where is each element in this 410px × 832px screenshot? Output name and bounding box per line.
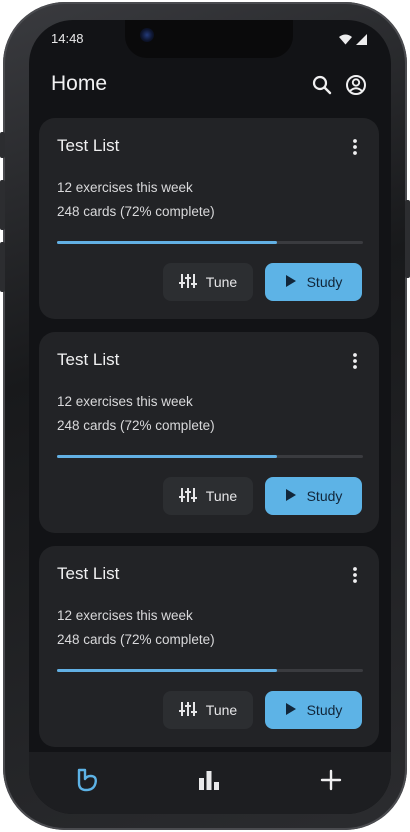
tune-label: Tune: [205, 488, 238, 504]
study-label: Study: [306, 702, 343, 718]
more-vert-icon[interactable]: [351, 138, 359, 156]
tune-label: Tune: [205, 702, 238, 718]
progress-fill: [57, 241, 278, 244]
cellular-signal-icon: [356, 32, 367, 50]
side-button-upper-left: [0, 132, 5, 158]
play-icon: [285, 274, 297, 291]
play-icon: [285, 702, 297, 719]
card-title: Test List: [57, 136, 120, 155]
progress-fill: [57, 669, 278, 672]
screen: 14:48 Home Test List 12 exercises this w…: [29, 20, 391, 814]
study-button[interactable]: Study: [265, 263, 362, 301]
phone-frame: 14:48 Home Test List 12 exercises this w…: [0, 2, 410, 830]
play-icon: [285, 488, 297, 505]
exercises-text: 12 exercises this week: [57, 180, 193, 195]
card-list: Test List 12 exercises this week 248 car…: [39, 118, 379, 760]
tune-button[interactable]: Tune: [163, 691, 253, 729]
tune-icon: [178, 701, 197, 720]
more-vert-icon[interactable]: [351, 566, 359, 584]
card-title: Test List: [57, 350, 120, 369]
side-button-left-1: [0, 180, 5, 230]
side-button-right: [405, 200, 410, 278]
list-card[interactable]: Test List 12 exercises this week 248 car…: [39, 546, 379, 747]
progress-fill: [57, 455, 278, 458]
progress-bar: [57, 455, 363, 458]
list-card[interactable]: Test List 12 exercises this week 248 car…: [39, 332, 379, 533]
notch: [125, 20, 293, 58]
study-label: Study: [306, 274, 343, 290]
tune-icon: [178, 273, 197, 292]
tune-icon: [178, 487, 197, 506]
bottom-navigation: [29, 752, 391, 814]
progress-bar: [57, 241, 363, 244]
study-button[interactable]: Study: [265, 477, 362, 515]
progress-bar: [57, 669, 363, 672]
status-icons: [339, 32, 367, 50]
tune-label: Tune: [205, 274, 238, 290]
cards-progress-text: 248 cards (72% complete): [57, 418, 215, 433]
status-time: 14:48: [51, 31, 84, 46]
wifi-icon: [339, 32, 352, 50]
more-vert-icon[interactable]: [351, 352, 359, 370]
side-button-left-2: [0, 242, 5, 292]
front-camera: [140, 28, 154, 42]
add-icon[interactable]: [317, 766, 345, 794]
account-circle-icon[interactable]: [345, 74, 367, 96]
cards-progress-text: 248 cards (72% complete): [57, 204, 215, 219]
search-icon[interactable]: [311, 74, 333, 96]
home-heart-icon[interactable]: [73, 766, 101, 794]
study-button[interactable]: Study: [265, 691, 362, 729]
exercises-text: 12 exercises this week: [57, 394, 193, 409]
card-title: Test List: [57, 564, 120, 583]
stats-bar-icon[interactable]: [195, 766, 223, 794]
tune-button[interactable]: Tune: [163, 263, 253, 301]
study-label: Study: [306, 488, 343, 504]
page-title: Home: [51, 72, 108, 95]
tune-button[interactable]: Tune: [163, 477, 253, 515]
cards-progress-text: 248 cards (72% complete): [57, 632, 215, 647]
exercises-text: 12 exercises this week: [57, 608, 193, 623]
list-card[interactable]: Test List 12 exercises this week 248 car…: [39, 118, 379, 319]
